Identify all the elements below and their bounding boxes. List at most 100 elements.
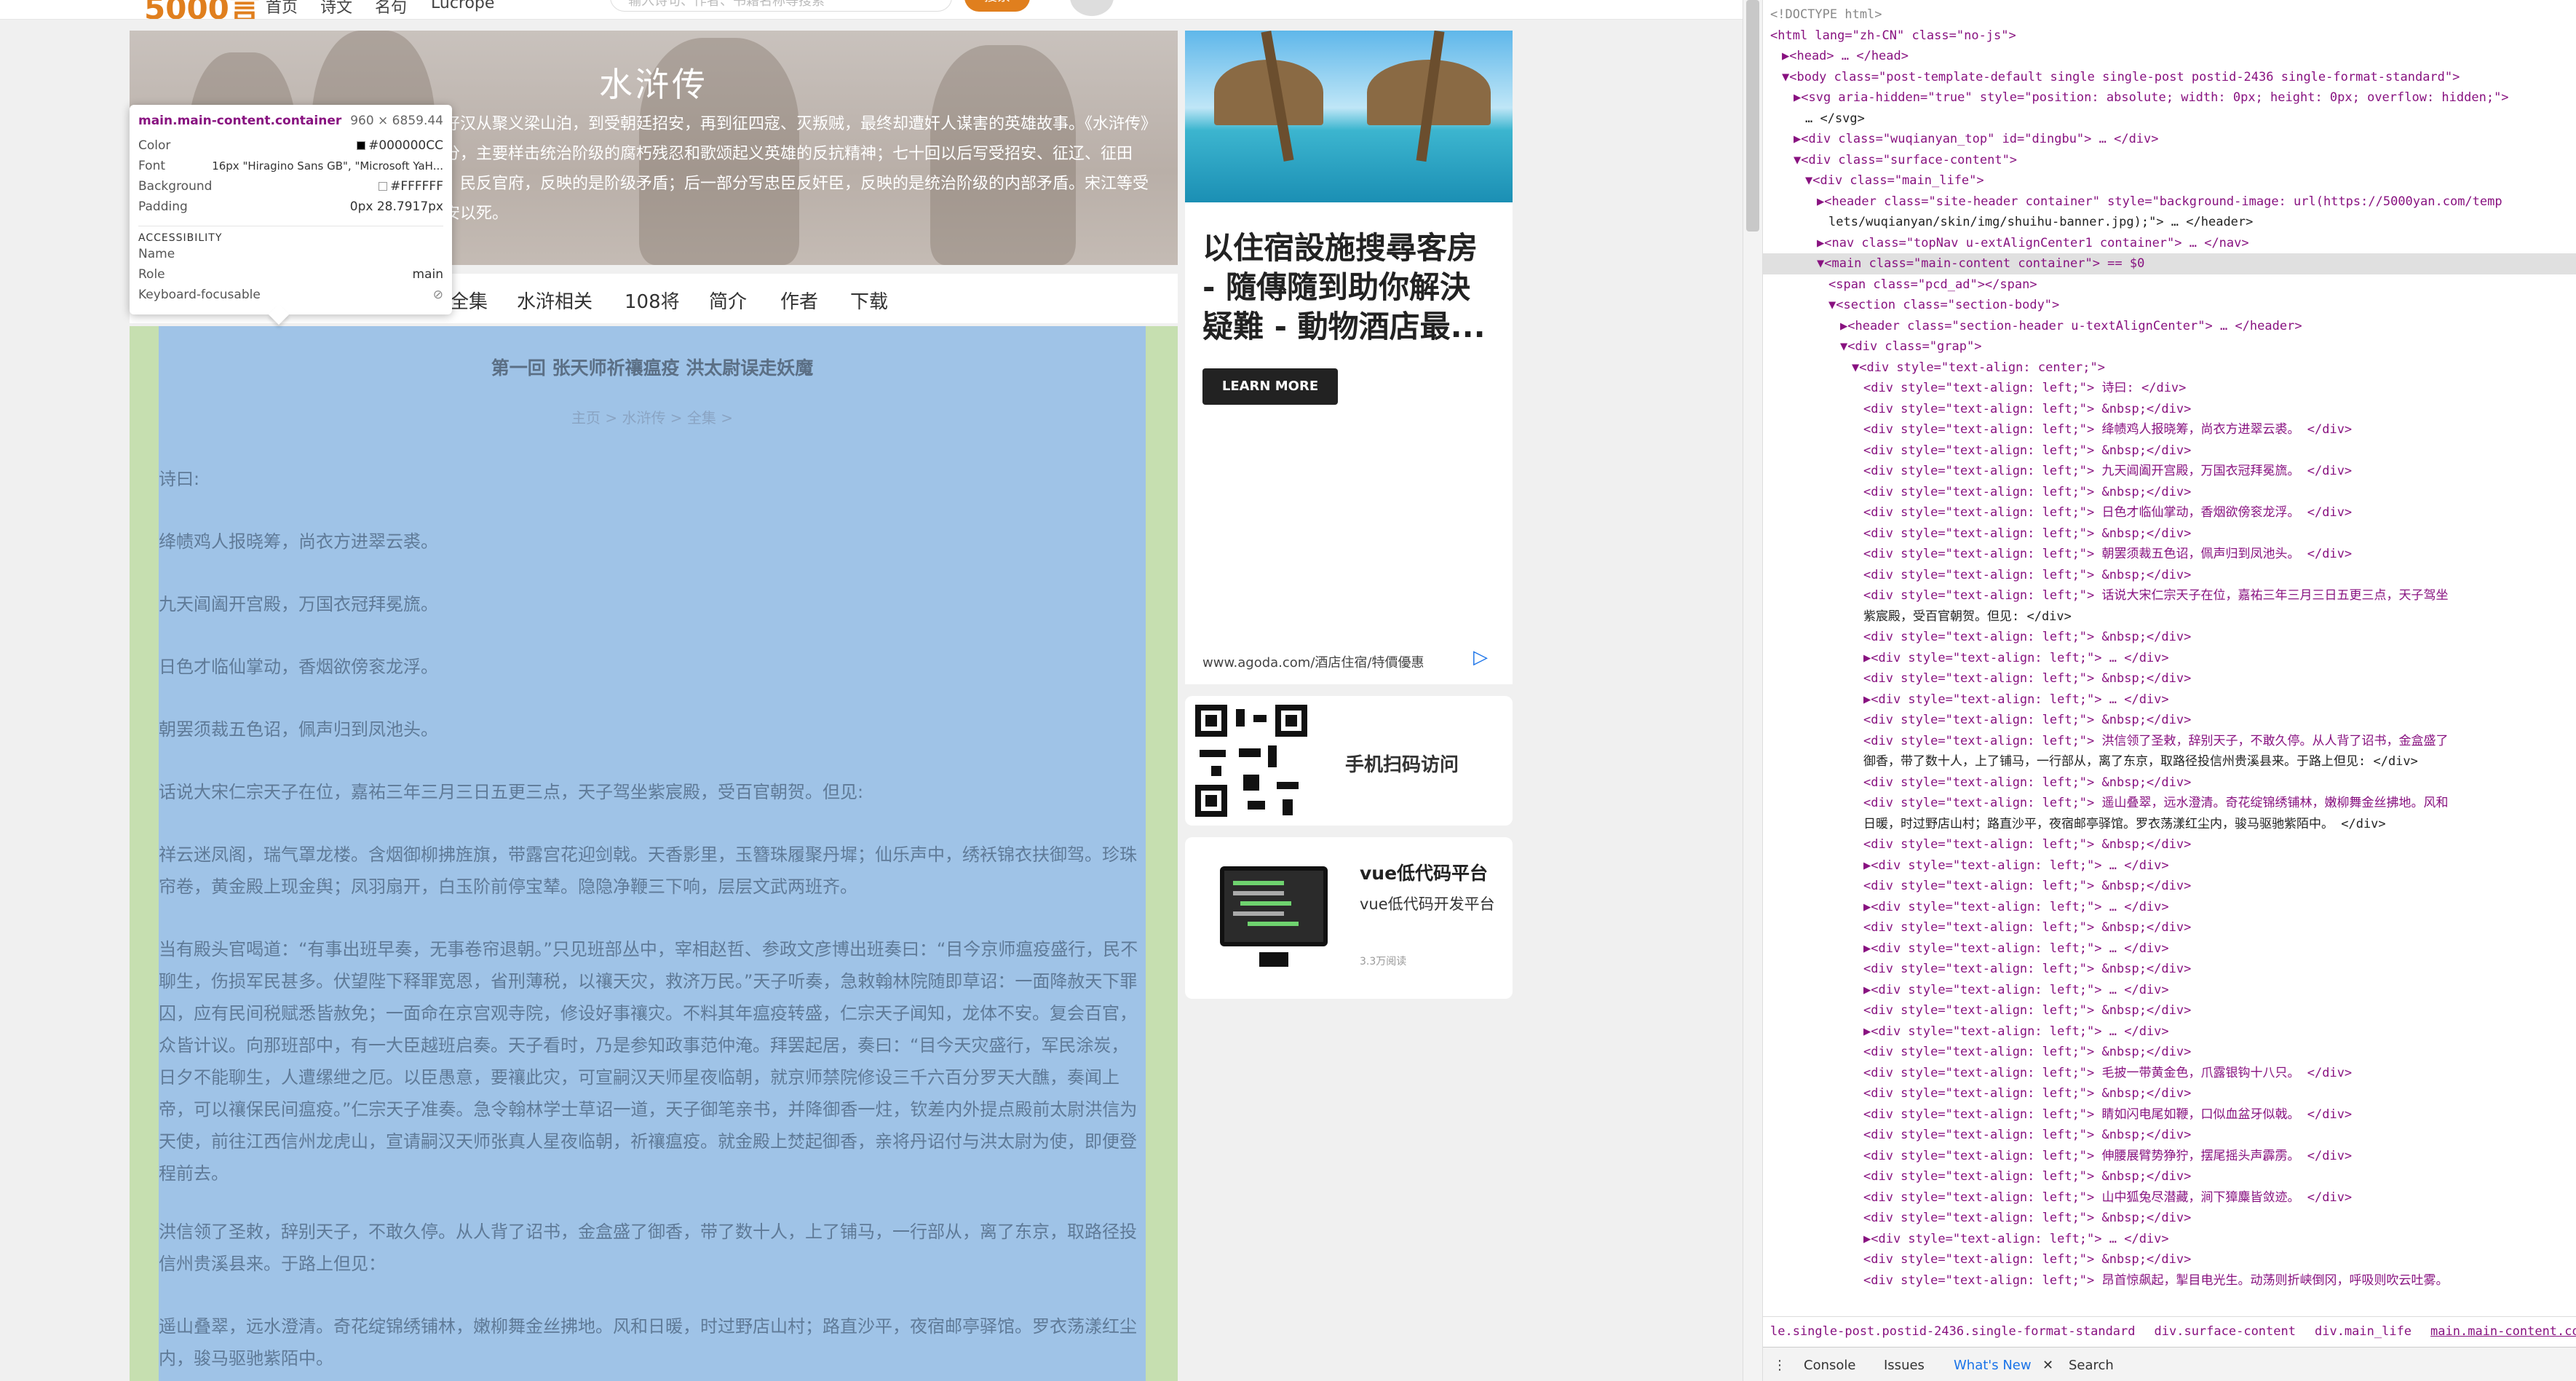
devtools-breadcrumb-item[interactable]: div.surface-content	[2155, 1324, 2296, 1339]
dom-node-line[interactable]: lets/wuqianyan/skin/img/shuihu-banner.jp…	[1763, 212, 2576, 233]
drawer-tab-console[interactable]: Console	[1804, 1358, 1855, 1373]
dom-node-line[interactable]: <div style="text-align: left;"> &nbsp;</…	[1763, 565, 2576, 586]
nav-item-home[interactable]: 首页	[266, 0, 298, 17]
dom-node-line[interactable]: ▶<div style="text-align: left;"> … </div…	[1763, 648, 2576, 669]
devtools-breadcrumb-item[interactable]: main.main-content.container	[2430, 1324, 2576, 1339]
dom-node-line[interactable]: <div style="text-align: left;"> 九天阊阖开宫殿，…	[1763, 461, 2576, 482]
ad-headline[interactable]: 以住宿設施搜尋客房 - 隨傳隨到助你解決疑難 - 動物酒店最...	[1202, 229, 1501, 347]
dom-node-line[interactable]: <div style="text-align: left;"> &nbsp;</…	[1763, 399, 2576, 420]
dom-node-line[interactable]: <div style="text-align: left;"> 话说大宋仁宗天子…	[1763, 585, 2576, 606]
dom-node-line[interactable]: ▼<body class="post-template-default sing…	[1763, 67, 2576, 88]
dom-node-line[interactable]: ▶<div style="text-align: left;"> … </div…	[1763, 855, 2576, 877]
devtools-breadcrumb-bar[interactable]: le.single-post.postid-2436.single-format…	[1763, 1316, 2576, 1345]
dom-node-line[interactable]: ▶<header class="section-header u-textAli…	[1763, 316, 2576, 337]
subnav-intro[interactable]: 简介	[709, 287, 747, 314]
dom-node-line[interactable]: <div style="text-align: left;"> &nbsp;</…	[1763, 1208, 2576, 1229]
dom-node-line[interactable]: <div style="text-align: left;"> &nbsp;</…	[1763, 1083, 2576, 1104]
dom-node-line[interactable]: 紫宸殿，受百官朝贺。但见: </div>	[1763, 606, 2576, 628]
dom-node-line[interactable]: <div style="text-align: left;"> &nbsp;</…	[1763, 482, 2576, 503]
dom-node-line[interactable]: <span class="pcd_ad"></span>	[1763, 274, 2576, 296]
nav-item-lucrope[interactable]: Lucrope	[431, 0, 494, 12]
site-logo[interactable]: 5000言	[144, 0, 260, 19]
nav-item-quotes[interactable]: 名句	[375, 0, 407, 17]
vue-card-title[interactable]: vue低代码平台	[1360, 859, 1488, 885]
dom-node-line[interactable]: ▶<div style="text-align: left;"> … </div…	[1763, 689, 2576, 711]
dom-node-line[interactable]: <div style="text-align: left;"> &nbsp;</…	[1763, 772, 2576, 794]
dom-node-line[interactable]: ▶<nav class="topNav u-extAlignCenter1 co…	[1763, 233, 2576, 254]
dom-node-line[interactable]: … </svg>	[1763, 108, 2576, 130]
dom-node-line[interactable]: <div style="text-align: left;"> 朝罢须裁五色诏，…	[1763, 544, 2576, 565]
nav-item-poems[interactable]: 诗文	[320, 0, 352, 17]
drawer-tab-search[interactable]: Search	[2069, 1358, 2114, 1373]
search-button[interactable]: 搜索	[964, 0, 1030, 12]
dom-node-line[interactable]: <div style="text-align: left;"> &nbsp;</…	[1763, 668, 2576, 689]
hotel-ad[interactable]: 以住宿設施搜尋客房 - 隨傳隨到助你解決疑難 - 動物酒店最... LEARN …	[1185, 31, 1513, 684]
dom-node-line[interactable]: ▶<div class="wuqianyan_top" id="dingbu">…	[1763, 129, 2576, 150]
dom-node-line[interactable]: <div style="text-align: left;"> &nbsp;</…	[1763, 876, 2576, 897]
dom-node-line[interactable]: <div style="text-align: left;"> &nbsp;</…	[1763, 710, 2576, 731]
dom-node-text: ▶<head> … </head>	[1782, 49, 1909, 63]
dom-node-line[interactable]: <div style="text-align: left;"> 诗曰: </di…	[1763, 378, 2576, 399]
dom-node-line[interactable]: ▶<div style="text-align: left;"> … </div…	[1763, 938, 2576, 959]
dom-node-line[interactable]: <div style="text-align: left;"> &nbsp;</…	[1763, 523, 2576, 545]
dom-node-line[interactable]: <div style="text-align: left;"> &nbsp;</…	[1763, 917, 2576, 938]
vue-card[interactable]: vue低代码平台 vue低代码开发平台 3.3万阅读	[1185, 837, 1513, 999]
dom-node-line[interactable]: <div style="text-align: left;"> &nbsp;</…	[1763, 1042, 2576, 1063]
tooltip-key: Keyboard-focusable	[138, 288, 261, 302]
dom-node-line[interactable]: <div style="text-align: left;"> &nbsp;</…	[1763, 1166, 2576, 1187]
dom-node-line[interactable]: <div style="text-align: left;"> &nbsp;</…	[1763, 834, 2576, 855]
dom-node-line[interactable]: ▼<main class="main-content container"> =…	[1763, 253, 2576, 274]
dom-node-line[interactable]: ▶<div style="text-align: left;"> … </div…	[1763, 897, 2576, 918]
devtools-breadcrumb-item[interactable]: le.single-post.postid-2436.single-format…	[1770, 1324, 2136, 1339]
dom-node-line[interactable]: <div style="text-align: left;"> 毛披一带黄金色，…	[1763, 1063, 2576, 1084]
ad-url[interactable]: www.agoda.com/酒店住宿/特價優惠	[1202, 652, 1424, 671]
dom-node-line[interactable]: <div style="text-align: left;"> 昂首惊飙起，掣目…	[1763, 1270, 2576, 1291]
devtools-breadcrumb-item[interactable]: div.main_life	[2315, 1324, 2411, 1339]
dom-node-line[interactable]: <div style="text-align: left;"> &nbsp;</…	[1763, 1125, 2576, 1146]
dom-node-line[interactable]: ▶<div style="text-align: left;"> … </div…	[1763, 1021, 2576, 1042]
scrollbar-thumb[interactable]	[1746, 0, 1759, 232]
page-scrollbar[interactable]	[1743, 0, 1763, 1381]
dom-node-line[interactable]: ▶<header class="site-header container" s…	[1763, 191, 2576, 213]
ad-choices-icon[interactable]: ▷	[1473, 646, 1495, 668]
dom-node-line[interactable]: <!DOCTYPE html>	[1763, 4, 2576, 25]
dom-node-line[interactable]: <div style="text-align: left;"> &nbsp;</…	[1763, 1249, 2576, 1270]
dom-node-line[interactable]: ▼<section class="section-body">	[1763, 295, 2576, 316]
close-icon[interactable]: ✕	[2042, 1358, 2053, 1373]
dom-node-line[interactable]: <div style="text-align: left;"> &nbsp;</…	[1763, 627, 2576, 648]
dom-node-line[interactable]: ▼<div class="grap">	[1763, 336, 2576, 357]
user-avatar[interactable]	[1070, 0, 1114, 16]
dom-node-line[interactable]: ▼<div class="surface-content">	[1763, 150, 2576, 171]
dom-node-line[interactable]: ▼<div class="main_life">	[1763, 170, 2576, 191]
drawer-tab-whats-new[interactable]: What's New	[1954, 1358, 2032, 1373]
dom-node-line[interactable]: ▶<div style="text-align: left;"> … </div…	[1763, 980, 2576, 1001]
dom-node-line[interactable]: <div style="text-align: left;"> 山中狐兔尽潜藏，…	[1763, 1187, 2576, 1208]
dom-node-line[interactable]: <div style="text-align: left;"> &nbsp;</…	[1763, 1000, 2576, 1021]
dom-node-line[interactable]: ▶<head> … </head>	[1763, 46, 2576, 67]
drawer-menu-icon[interactable]: ⋮	[1773, 1358, 1786, 1373]
dom-node-line[interactable]: <div style="text-align: left;"> &nbsp;</…	[1763, 440, 2576, 462]
drawer-tab-issues[interactable]: Issues	[1884, 1358, 1925, 1373]
dom-node-line[interactable]: <div style="text-align: left;"> 遥山叠翠，远水澄…	[1763, 793, 2576, 814]
subnav-108-generals[interactable]: 108将	[625, 287, 680, 314]
search-input[interactable]: 输入诗句、作者、书籍名称等搜索	[610, 0, 952, 12]
subnav-complete[interactable]: 全集	[450, 287, 488, 314]
dom-node-line[interactable]: ▶<div style="text-align: left;"> … </div…	[1763, 1229, 2576, 1250]
dom-node-line[interactable]: <div style="text-align: left;"> 洪信领了圣敕，辞…	[1763, 731, 2576, 752]
article-breadcrumb[interactable]: 主页 > 水浒传 > 全集 >	[159, 406, 1146, 427]
dom-node-line[interactable]: <div style="text-align: left;"> 绛帻鸡人报晓筹，…	[1763, 419, 2576, 440]
learn-more-button[interactable]: LEARN MORE	[1202, 368, 1338, 405]
dom-node-line[interactable]: ▼<div style="text-align: center;">	[1763, 357, 2576, 379]
dom-node-line[interactable]: ▶<svg aria-hidden="true" style="position…	[1763, 87, 2576, 108]
subnav-download[interactable]: 下载	[850, 287, 888, 314]
dom-node-line[interactable]: <div style="text-align: left;"> 日色才临仙掌动，…	[1763, 502, 2576, 523]
dom-node-line[interactable]: <div style="text-align: left;"> &nbsp;</…	[1763, 959, 2576, 980]
dom-node-line[interactable]: 日暖，时过野店山村；路直沙平，夜宿邮亭驿馆。罗衣荡漾红尘内，骏马驱驰紫陌中。 <…	[1763, 814, 2576, 835]
dom-node-line[interactable]: <html lang="zh-CN" class="no-js">	[1763, 25, 2576, 47]
subnav-related[interactable]: 水浒相关	[517, 287, 593, 314]
elements-tree[interactable]: <!DOCTYPE html> <html lang="zh-CN" class=…	[1763, 0, 2576, 1318]
subnav-author[interactable]: 作者	[780, 287, 818, 314]
dom-node-line[interactable]: 御香，带了数十人，上了铺马，一行部从，离了东京，取路径投信州贵溪县来。于路上但见…	[1763, 751, 2576, 772]
dom-node-line[interactable]: <div style="text-align: left;"> 伸腰展臂势狰狞，…	[1763, 1146, 2576, 1167]
dom-node-line[interactable]: <div style="text-align: left;"> 睛如闪电尾如鞭，…	[1763, 1104, 2576, 1125]
